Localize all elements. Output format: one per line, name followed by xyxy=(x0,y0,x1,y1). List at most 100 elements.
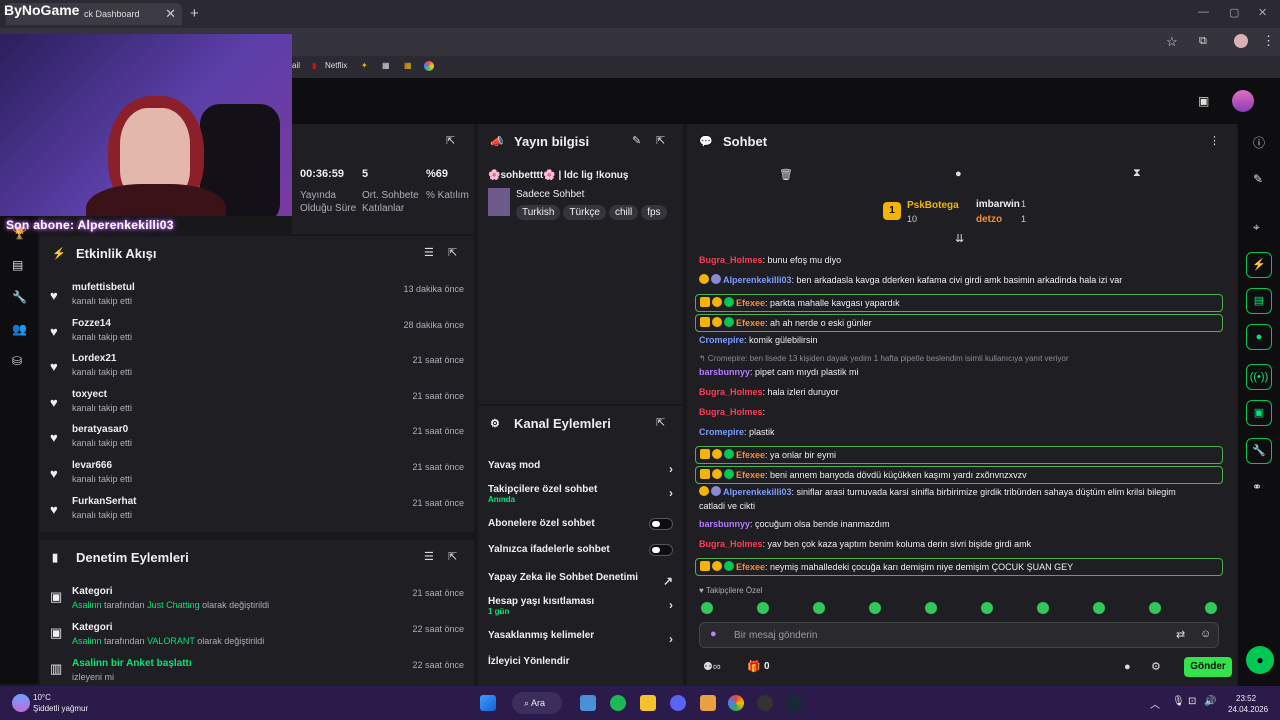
steam-icon[interactable] xyxy=(786,695,802,711)
bookmark-color-icon[interactable] xyxy=(424,61,434,71)
followers-only-setting[interactable]: Takipçilere özel sohbet Anında › xyxy=(488,484,673,504)
chat-username[interactable]: Bugra_Holmes xyxy=(699,539,763,549)
browser-menu-icon[interactable]: ⋮ xyxy=(1262,33,1275,49)
weather-temp[interactable]: 10°C xyxy=(33,693,51,702)
emote-icon[interactable] xyxy=(1093,602,1105,614)
help-chat-icon[interactable]: ● xyxy=(1246,646,1274,674)
tag[interactable]: Turkish xyxy=(516,205,561,220)
emote-only-toggle[interactable] xyxy=(649,544,673,556)
clock-time[interactable]: 23:52 xyxy=(1236,694,1256,703)
chrome-icon[interactable] xyxy=(728,695,744,711)
bookmark-grid-icon[interactable]: ▦ xyxy=(382,61,390,70)
popout-icon[interactable]: ⇱ xyxy=(448,550,457,563)
microphone-icon[interactable]: ● xyxy=(710,628,717,640)
follower-name[interactable]: mufettisbetul xyxy=(72,282,135,293)
community-icon[interactable]: 👥 xyxy=(12,322,27,336)
community-icon[interactable]: ⚉∞ xyxy=(703,660,721,673)
chat-username[interactable]: Cromepire xyxy=(699,427,744,437)
quick-action-notes-icon[interactable]: ▤ xyxy=(1246,288,1272,314)
filter-icon[interactable]: ☰ xyxy=(424,550,434,563)
bookmark-grid-icon[interactable]: ▦ xyxy=(404,61,412,70)
bookmark-netflix[interactable]: Netflix xyxy=(325,61,347,70)
leaderboard-name[interactable]: detzo xyxy=(976,214,1002,225)
tray-chevron-icon[interactable]: ︿ xyxy=(1150,696,1160,711)
chat-username[interactable]: Bugra_Holmes xyxy=(699,387,763,397)
app-icon[interactable] xyxy=(700,695,716,711)
slow-mode-setting[interactable]: Yavaş mod › xyxy=(488,460,673,476)
chat-username[interactable]: Efexee xyxy=(736,562,765,572)
emote-icon[interactable] xyxy=(813,602,825,614)
discord-icon[interactable] xyxy=(670,695,686,711)
leaderboard-name[interactable]: PskBotega xyxy=(907,200,959,211)
trash-icon[interactable]: 🗑 xyxy=(779,168,793,181)
chat-username[interactable]: Efexee xyxy=(736,318,765,328)
quick-action-chat-icon[interactable]: ● xyxy=(1246,324,1272,350)
translate-icon[interactable]: ⇄ xyxy=(1176,628,1185,641)
chat-username[interactable]: Alperenkekilli03 xyxy=(723,487,792,497)
user-avatar[interactable] xyxy=(1232,90,1254,112)
popout-icon[interactable]: ⇱ xyxy=(448,246,457,259)
expand-icon[interactable]: ⇊ xyxy=(955,232,964,245)
task-view-icon[interactable] xyxy=(580,695,596,711)
tag[interactable]: chill xyxy=(608,205,639,220)
extensions-icon[interactable]: ⧉ xyxy=(1199,35,1207,48)
close-window-icon[interactable]: ✕ xyxy=(1258,6,1267,19)
emote-icon[interactable] xyxy=(701,602,713,614)
popout-icon[interactable]: ⇱ xyxy=(446,134,455,147)
tag[interactable]: Türkçe xyxy=(563,205,606,220)
microphone-icon[interactable]: 🎙 xyxy=(1172,696,1185,707)
windows-start-icon[interactable] xyxy=(480,695,496,711)
maximize-icon[interactable]: ▢ xyxy=(1229,6,1239,19)
follower-name[interactable]: levar666 xyxy=(72,460,112,471)
popout-icon[interactable]: ⇱ xyxy=(656,134,665,147)
filter-icon[interactable]: ☰ xyxy=(424,246,434,259)
emote-icon[interactable] xyxy=(925,602,937,614)
emote-icon[interactable] xyxy=(869,602,881,614)
theater-mode-icon[interactable]: ▣ xyxy=(1198,94,1209,108)
chat-input[interactable]: ● Bir mesaj gönderin ⇄ ☺ xyxy=(699,622,1219,648)
follower-name[interactable]: toxyect xyxy=(72,389,107,400)
chat-username[interactable]: barsbunnyy xyxy=(699,519,750,529)
edit-icon[interactable]: ✎ xyxy=(632,134,641,147)
emote-icon[interactable] xyxy=(1037,602,1049,614)
chat-bubble-icon[interactable]: ● xyxy=(1124,661,1131,673)
emote-picker-icon[interactable]: ☺ xyxy=(1200,628,1211,640)
leaderboard-name[interactable]: imbarwin xyxy=(976,199,1020,210)
subscribers-only-toggle[interactable] xyxy=(649,518,673,530)
settings-icon[interactable]: ⚙ xyxy=(1151,660,1161,673)
banned-words-setting[interactable]: Yasaklanmış kelimeler › xyxy=(488,630,673,646)
emote-icon[interactable] xyxy=(981,602,993,614)
chat-username[interactable]: Alperenkekilli03 xyxy=(723,275,792,285)
network-icon[interactable]: ⊡ xyxy=(1188,696,1196,707)
broadcast-icon[interactable]: ⛁ xyxy=(12,354,22,368)
spotify-icon[interactable] xyxy=(610,695,626,711)
quick-action-lightning-icon[interactable]: ⚡ xyxy=(1246,252,1272,278)
layout-icon[interactable]: ▤ xyxy=(12,258,23,272)
quick-action-broadcast-icon[interactable]: ((•)) xyxy=(1246,364,1272,390)
tag[interactable]: fps xyxy=(641,205,667,220)
close-tab-icon[interactable]: ✕ xyxy=(165,6,176,22)
profile-avatar[interactable] xyxy=(1234,34,1248,48)
chat-username[interactable]: Efexee xyxy=(736,298,765,308)
emote-icon[interactable] xyxy=(1205,602,1217,614)
chat-username[interactable]: Bugra_Holmes xyxy=(699,255,763,265)
emote-icon[interactable] xyxy=(757,602,769,614)
bookmark-star-icon[interactable]: ☆ xyxy=(1166,34,1178,50)
quick-action-layout-icon[interactable]: ▣ xyxy=(1246,400,1272,426)
popout-icon[interactable]: ⇱ xyxy=(656,416,665,429)
weather-desc[interactable]: Şiddetli yağmur xyxy=(33,704,88,713)
follower-name[interactable]: Lordex21 xyxy=(72,353,116,364)
clock-date[interactable]: 24.04.2026 xyxy=(1228,705,1268,714)
focus-icon[interactable]: ⌖ xyxy=(1253,220,1260,235)
new-tab-icon[interactable]: + xyxy=(190,5,199,22)
file-explorer-icon[interactable] xyxy=(640,695,656,711)
raid-setting[interactable]: İzleyici Yönlendir xyxy=(488,656,673,667)
edit-icon[interactable]: ✎ xyxy=(1253,172,1263,186)
minimize-icon[interactable]: — xyxy=(1198,6,1209,18)
bookmark-item[interactable]: ail xyxy=(292,61,300,70)
send-button[interactable]: Gönder xyxy=(1184,657,1232,677)
search-button[interactable]: ⌕ Ara xyxy=(512,692,562,714)
follower-name[interactable]: Fozze14 xyxy=(72,318,111,329)
follower-name[interactable]: beratyasar0 xyxy=(72,424,128,435)
share-icon[interactable]: ⚭ xyxy=(1252,480,1262,494)
